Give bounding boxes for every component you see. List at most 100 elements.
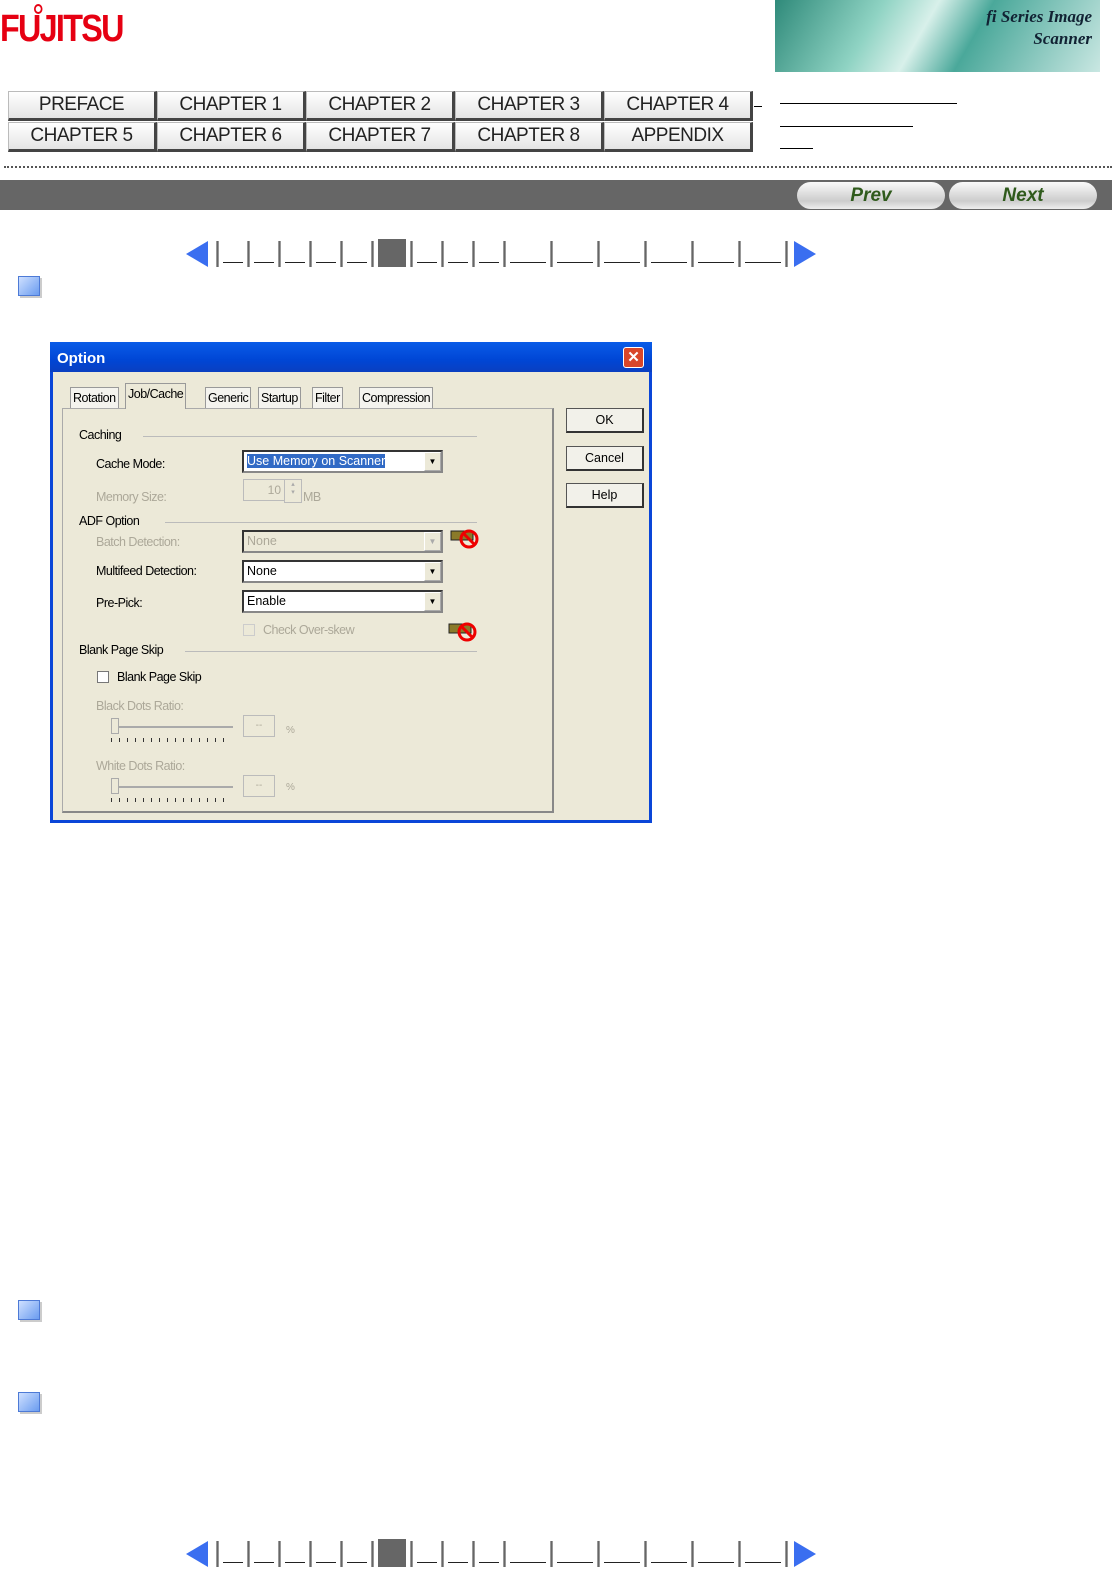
separator <box>550 1541 553 1567</box>
black-dots-input[interactable]: -- <box>243 715 275 737</box>
prev-page-arrow-icon[interactable] <box>186 241 208 267</box>
chevron-down-icon: ▼ <box>424 452 441 471</box>
tab-filter[interactable]: Filter <box>312 387 343 408</box>
cancel-button[interactable]: Cancel <box>566 446 644 471</box>
batch-detection-label: Batch Detection: <box>96 535 180 549</box>
page-nav-top <box>186 239 816 267</box>
page-link[interactable] <box>285 1562 305 1563</box>
black-dots-unit: % <box>286 725 295 736</box>
cache-mode-label: Cache Mode: <box>96 457 165 471</box>
page-link[interactable] <box>698 1562 734 1563</box>
page-link[interactable] <box>479 1562 499 1563</box>
check-over-skew-label: Check Over-skew <box>263 623 355 637</box>
page-link[interactable] <box>479 262 499 263</box>
page-link[interactable] <box>557 1562 593 1563</box>
dialog-title: Option <box>50 342 652 372</box>
nav-chapter-2[interactable]: CHAPTER 2 <box>306 91 455 121</box>
nav-chapter-7[interactable]: CHAPTER 7 <box>306 122 455 152</box>
page-link[interactable] <box>448 262 468 263</box>
pre-pick-select[interactable]: Enable ▼ <box>242 590 443 613</box>
page-link[interactable] <box>510 262 546 263</box>
memory-size-spinner[interactable]: ▴ ▾ <box>284 479 302 503</box>
page-link[interactable] <box>448 1562 468 1563</box>
white-dots-slider[interactable] <box>111 778 233 806</box>
next-button[interactable]: Next <box>949 182 1097 209</box>
page-link[interactable] <box>285 262 305 263</box>
batch-detection-select[interactable]: None ▼ <box>242 530 443 553</box>
page-link[interactable] <box>223 1562 243 1563</box>
dotted-divider <box>4 166 1112 168</box>
page-link[interactable] <box>316 1562 336 1563</box>
tab-compression[interactable]: Compression <box>359 387 434 408</box>
multifeed-detection-select[interactable]: None ▼ <box>242 560 443 583</box>
page-link[interactable] <box>604 262 640 263</box>
next-page-arrow-icon[interactable] <box>794 241 816 267</box>
page-link[interactable] <box>745 1562 781 1563</box>
section-bullet-icon <box>18 1392 40 1412</box>
nav-chapter-3[interactable]: CHAPTER 3 <box>455 91 604 121</box>
page-link[interactable] <box>223 262 243 263</box>
page-link[interactable] <box>745 262 781 263</box>
prev-page-arrow-icon[interactable] <box>186 1541 208 1567</box>
tab-startup[interactable]: Startup <box>258 387 301 408</box>
page-link[interactable] <box>254 1562 274 1563</box>
blank-page-skip-checkbox[interactable] <box>97 671 109 683</box>
page-link[interactable] <box>417 1562 437 1563</box>
cache-mode-select[interactable]: Use Memory on Scanner ▼ <box>242 450 443 473</box>
blank-page-skip-label: Blank Page Skip <box>117 670 202 684</box>
separator <box>278 1541 281 1567</box>
tab-job-cache[interactable]: Job/Cache <box>125 383 187 409</box>
page-link[interactable] <box>347 262 367 263</box>
tab-generic[interactable]: Generic <box>205 387 252 408</box>
page-link[interactable] <box>651 1562 687 1563</box>
not-supported-icon <box>450 529 479 549</box>
page-link[interactable] <box>254 262 274 263</box>
page-nav-bottom <box>186 1539 816 1567</box>
next-page-arrow-icon[interactable] <box>794 1541 816 1567</box>
separator <box>247 1541 250 1567</box>
memory-unit: MB <box>303 490 321 504</box>
nav-appendix[interactable]: APPENDIX <box>604 122 753 152</box>
white-dots-input[interactable]: -- <box>243 775 275 797</box>
section-bullet-icon <box>18 276 40 296</box>
side-link-1[interactable] <box>780 103 957 104</box>
page-link[interactable] <box>510 1562 546 1563</box>
nav-preface[interactable]: PREFACE <box>8 91 157 121</box>
page-link[interactable] <box>417 262 437 263</box>
check-over-skew-checkbox[interactable] <box>243 624 255 636</box>
blank-page-group-label: Blank Page Skip <box>79 643 164 657</box>
side-link-2[interactable] <box>780 126 913 127</box>
batch-detection-value: None <box>247 534 277 548</box>
group-divider <box>143 436 477 437</box>
side-link-3[interactable] <box>780 148 813 149</box>
black-dots-slider[interactable] <box>111 718 233 746</box>
current-page-marker <box>378 239 406 267</box>
memory-size-input[interactable]: 10 <box>243 479 285 501</box>
nav-chapter-6[interactable]: CHAPTER 6 <box>157 122 306 152</box>
prev-button[interactable]: Prev <box>797 182 945 209</box>
tab-rotation[interactable]: Rotation <box>70 387 119 408</box>
close-icon[interactable]: ✕ <box>623 347 644 368</box>
help-button[interactable]: Help <box>566 483 644 508</box>
separator <box>550 241 553 267</box>
page-link[interactable] <box>316 262 336 263</box>
ok-button[interactable]: OK <box>566 408 644 433</box>
page-link[interactable] <box>651 262 687 263</box>
page-link[interactable] <box>604 1562 640 1563</box>
nav-chapter-4[interactable]: CHAPTER 4 <box>604 91 753 121</box>
chapter-nav: PREFACE CHAPTER 1 CHAPTER 2 CHAPTER 3 CH… <box>8 91 753 152</box>
separator <box>278 241 281 267</box>
separator <box>410 1541 413 1567</box>
separator <box>441 1541 444 1567</box>
nav-chapter-8[interactable]: CHAPTER 8 <box>455 122 604 152</box>
page-link[interactable] <box>347 1562 367 1563</box>
page-link[interactable] <box>698 262 734 263</box>
nav-chapter-1[interactable]: CHAPTER 1 <box>157 91 306 121</box>
page-link[interactable] <box>557 262 593 263</box>
separator <box>644 241 647 267</box>
separator <box>472 241 475 267</box>
nav-chapter-5[interactable]: CHAPTER 5 <box>8 122 157 152</box>
separator <box>441 241 444 267</box>
black-dots-label: Black Dots Ratio: <box>96 699 184 713</box>
cache-mode-value: Use Memory on Scanner <box>247 454 386 468</box>
